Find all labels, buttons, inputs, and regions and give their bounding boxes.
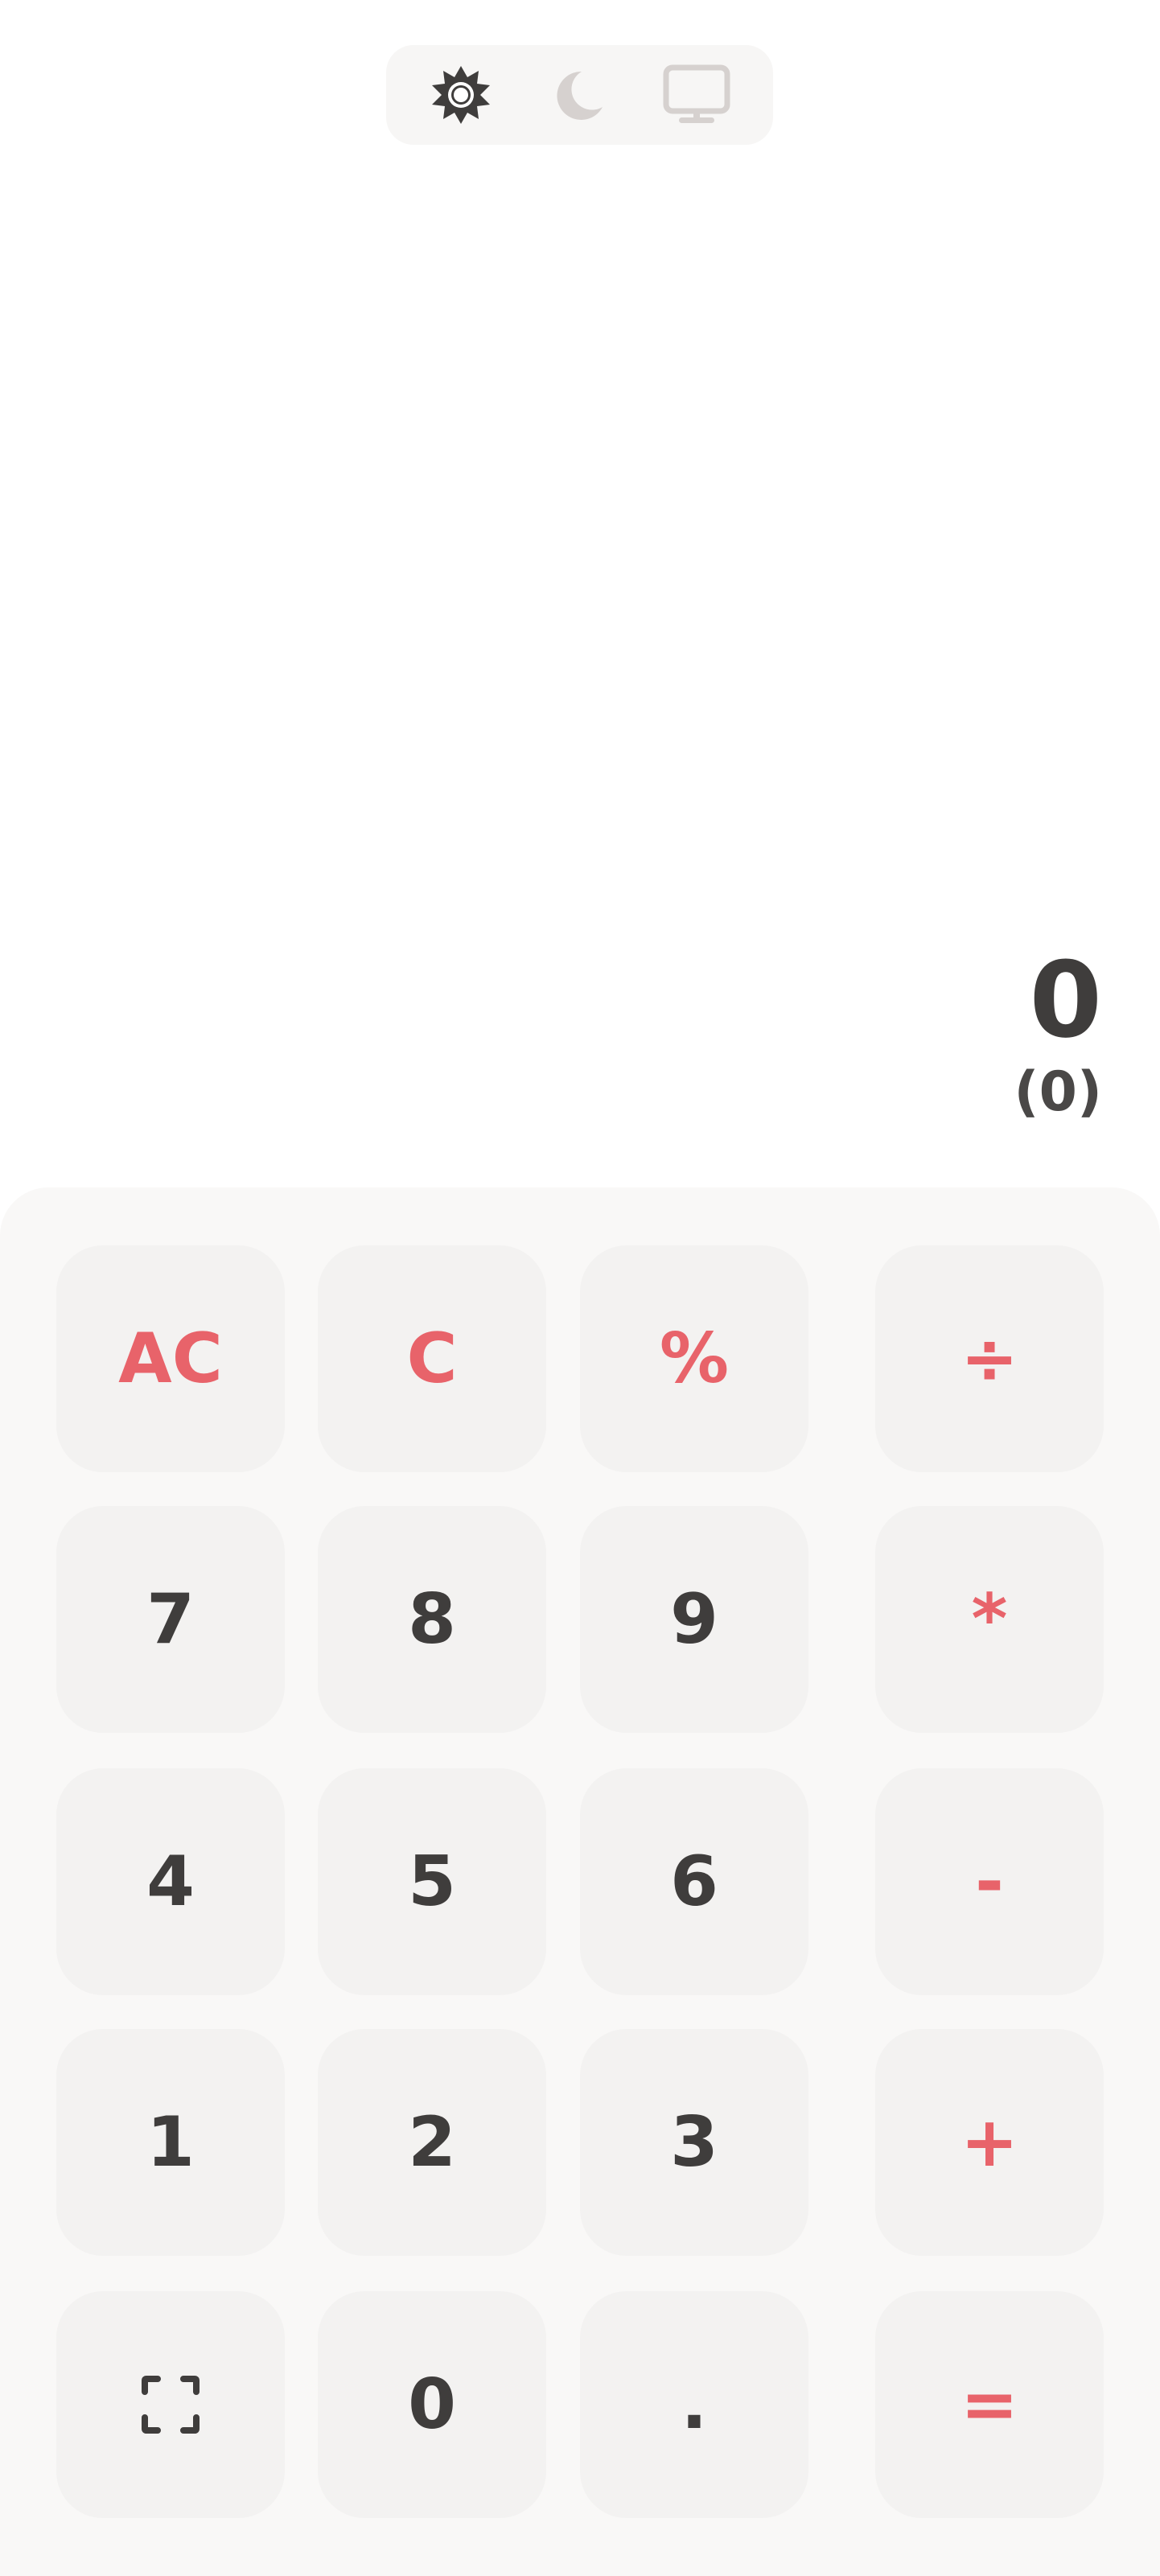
digit-6-button[interactable]: 6 [580,1768,808,1995]
digit-7-button[interactable]: 7 [56,1506,285,1733]
dark-theme-button[interactable] [541,56,618,134]
digit-9-button[interactable]: 9 [580,1506,808,1733]
sun-icon [432,66,490,124]
theme-switcher [386,45,773,145]
keypad: AC C % ÷ 7 8 9 * 4 5 6 - 1 2 3 + 0 . = [0,1187,1160,2576]
all-clear-button[interactable]: AC [56,1245,285,1472]
digit-5-button[interactable]: 5 [318,1768,546,1995]
divide-button[interactable]: ÷ [875,1245,1104,1472]
minus-button[interactable]: - [875,1768,1104,1995]
calculator-display: 0 (0) [1014,940,1102,1125]
decimal-point-button[interactable]: . [580,2291,808,2518]
moon-icon [557,71,603,120]
digit-8-button[interactable]: 8 [318,1506,546,1733]
calculator-app: 0 (0) AC C % ÷ 7 8 9 * 4 5 6 - 1 2 3 + 0… [0,0,1160,2576]
clear-button[interactable]: C [318,1245,546,1472]
display-value: 0 [1029,939,1102,1061]
digit-2-button[interactable]: 2 [318,2029,546,2256]
system-theme-button[interactable] [658,56,735,134]
monitor-icon [663,64,730,123]
digit-1-button[interactable]: 1 [56,2029,285,2256]
digit-4-button[interactable]: 4 [56,1768,285,1995]
display-secondary-value: (0) [1014,1060,1102,1124]
plus-button[interactable]: + [875,2029,1104,2256]
fullscreen-button[interactable] [56,2291,285,2518]
fullscreen-icon [142,2376,200,2434]
light-theme-button[interactable] [422,56,500,134]
digit-3-button[interactable]: 3 [580,2029,808,2256]
equals-button[interactable]: = [875,2291,1104,2518]
multiply-button[interactable]: * [875,1506,1104,1733]
percent-button[interactable]: % [580,1245,808,1472]
digit-0-button[interactable]: 0 [318,2291,546,2518]
